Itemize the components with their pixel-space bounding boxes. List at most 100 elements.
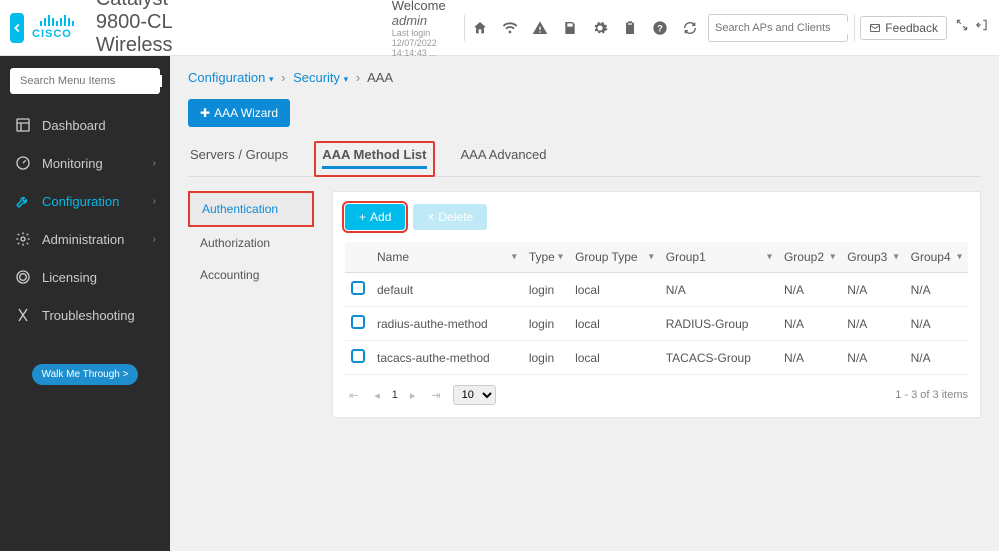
- column-header[interactable]: Group4▾: [905, 242, 968, 273]
- filter-icon[interactable]: ▾: [512, 252, 517, 263]
- column-header[interactable]: Name▾: [371, 242, 523, 273]
- welcome-text: Welcome admin: [392, 0, 446, 28]
- refresh-icon[interactable]: [680, 18, 700, 38]
- filter-icon[interactable]: ▾: [649, 252, 654, 263]
- table-row[interactable]: defaultloginlocalN/AN/AN/AN/A: [345, 273, 968, 307]
- pager-last-button[interactable]: ⇥: [427, 387, 444, 404]
- cell-g2: N/A: [778, 307, 841, 341]
- pager-first-button[interactable]: ⇤: [345, 387, 362, 404]
- column-header[interactable]: Group3▾: [841, 242, 904, 273]
- warning-icon[interactable]: [530, 18, 550, 38]
- subtab-accounting[interactable]: Accounting: [188, 259, 314, 291]
- global-search-input[interactable]: [715, 22, 857, 34]
- tools-icon: [14, 306, 32, 324]
- sidebar-item-monitoring[interactable]: Monitoring›: [0, 144, 170, 182]
- sidebar-item-configuration[interactable]: Configuration ›: [0, 182, 170, 220]
- main-tabs: Servers / Groups AAA Method List AAA Adv…: [188, 141, 981, 177]
- breadcrumb-link-security[interactable]: Security ▾: [293, 70, 348, 85]
- column-header[interactable]: Group Type▾: [569, 242, 660, 273]
- sidebar-item-label: Configuration: [42, 194, 119, 209]
- walk-me-through-button[interactable]: Walk Me Through >: [32, 364, 139, 385]
- method-list-table: Name▾Type▾Group Type▾Group1▾Group2▾Group…: [345, 242, 968, 375]
- help-icon[interactable]: ?: [650, 18, 670, 38]
- pager-page-number: 1: [392, 389, 398, 401]
- gauge-icon: [14, 154, 32, 172]
- sidebar-item-administration[interactable]: Administration ›: [0, 220, 170, 258]
- fullscreen-icon[interactable]: [955, 18, 969, 37]
- cell-g2: N/A: [778, 273, 841, 307]
- cell-g1: N/A: [660, 273, 778, 307]
- tab-aaa-advanced[interactable]: AAA Advanced: [459, 141, 549, 176]
- filter-icon[interactable]: ▾: [830, 252, 835, 263]
- aaa-wizard-button[interactable]: ✚ AAA Wizard: [188, 99, 290, 127]
- last-login-text: Last login 12/07/2022 14:14:43 ...: [392, 28, 446, 58]
- cell-g4: N/A: [905, 341, 968, 375]
- pager-prev-button[interactable]: ◂: [370, 387, 384, 404]
- home-icon[interactable]: [470, 18, 490, 38]
- cell-g1: RADIUS-Group: [660, 307, 778, 341]
- pager-info-text: 1 - 3 of 3 items: [895, 389, 968, 401]
- sidebar-item-label: Administration: [42, 232, 124, 247]
- row-checkbox[interactable]: [351, 349, 365, 363]
- row-checkbox[interactable]: [351, 315, 365, 329]
- cell-g1: TACACS-Group: [660, 341, 778, 375]
- column-header[interactable]: Group2▾: [778, 242, 841, 273]
- tab-aaa-method-list[interactable]: AAA Method List: [314, 141, 434, 177]
- pager-next-button[interactable]: ▸: [406, 387, 420, 404]
- subtab-authentication[interactable]: Authentication: [188, 191, 314, 227]
- svg-text:?: ?: [657, 23, 663, 33]
- wireless-icon[interactable]: [500, 18, 520, 38]
- filter-icon[interactable]: ▾: [558, 252, 563, 263]
- column-header[interactable]: Type▾: [523, 242, 569, 273]
- cell-g2: N/A: [778, 341, 841, 375]
- save-icon[interactable]: [560, 18, 580, 38]
- column-header[interactable]: Group1▾: [660, 242, 778, 273]
- cisco-logo: CISCO: [32, 15, 82, 40]
- plus-icon: ✚: [200, 106, 210, 120]
- top-bar: CISCO Cisco Catalyst 9800-CL Wireless Co…: [0, 0, 999, 56]
- menu-search[interactable]: [10, 68, 160, 94]
- feedback-button[interactable]: Feedback: [860, 16, 947, 40]
- clipboard-icon[interactable]: [620, 18, 640, 38]
- chevron-right-icon: ›: [153, 196, 156, 207]
- logout-icon[interactable]: [975, 18, 989, 37]
- cell-type: login: [523, 273, 569, 307]
- chevron-right-icon: ›: [153, 234, 156, 245]
- cell-name: tacacs-authe-method: [371, 341, 523, 375]
- row-checkbox[interactable]: [351, 281, 365, 295]
- add-button[interactable]: + Add: [345, 204, 405, 230]
- sidebar-item-dashboard[interactable]: Dashboard: [0, 106, 170, 144]
- gear-icon[interactable]: [590, 18, 610, 38]
- sidebar-item-licensing[interactable]: Licensing: [0, 258, 170, 296]
- subtab-authorization[interactable]: Authorization: [188, 227, 314, 259]
- table-pager: ⇤ ◂ 1 ▸ ⇥ 10 1 - 3 of 3 items: [345, 385, 968, 405]
- wrench-icon: [14, 192, 32, 210]
- filter-icon[interactable]: ▾: [767, 252, 772, 263]
- table-row[interactable]: radius-authe-methodloginlocalRADIUS-Grou…: [345, 307, 968, 341]
- tab-servers-groups[interactable]: Servers / Groups: [188, 141, 290, 176]
- main-content: Configuration ▾ › Security ▾ › AAA ✚ AAA…: [170, 56, 999, 551]
- pager-size-select[interactable]: 10: [453, 385, 496, 405]
- sidebar-item-troubleshooting[interactable]: Troubleshooting: [0, 296, 170, 334]
- filter-icon[interactable]: ▾: [957, 252, 962, 263]
- sidebar: DashboardMonitoring›Configuration›Admini…: [0, 56, 170, 551]
- filter-icon[interactable]: ▾: [894, 252, 899, 263]
- content-panel: + Add × Delete Name▾Type▾Group Type▾Grou…: [332, 191, 981, 418]
- x-icon: ×: [427, 210, 434, 224]
- table-row[interactable]: tacacs-authe-methodloginlocalTACACS-Grou…: [345, 341, 968, 375]
- sidebar-item-label: Troubleshooting: [42, 308, 135, 323]
- sidebar-item-label: Dashboard: [42, 118, 106, 133]
- breadcrumb-link-configuration[interactable]: Configuration ▾: [188, 70, 273, 85]
- license-icon: [14, 268, 32, 286]
- cell-type: login: [523, 307, 569, 341]
- back-button[interactable]: [10, 13, 24, 43]
- chevron-right-icon: ›: [153, 158, 156, 169]
- cell-name: default: [371, 273, 523, 307]
- global-search[interactable]: [708, 14, 848, 42]
- cell-gtype: local: [569, 307, 660, 341]
- arrow-left-icon: [10, 21, 24, 35]
- mail-icon: [869, 22, 881, 34]
- cell-g4: N/A: [905, 307, 968, 341]
- menu-search-input[interactable]: [20, 75, 162, 87]
- delete-button[interactable]: × Delete: [413, 204, 487, 230]
